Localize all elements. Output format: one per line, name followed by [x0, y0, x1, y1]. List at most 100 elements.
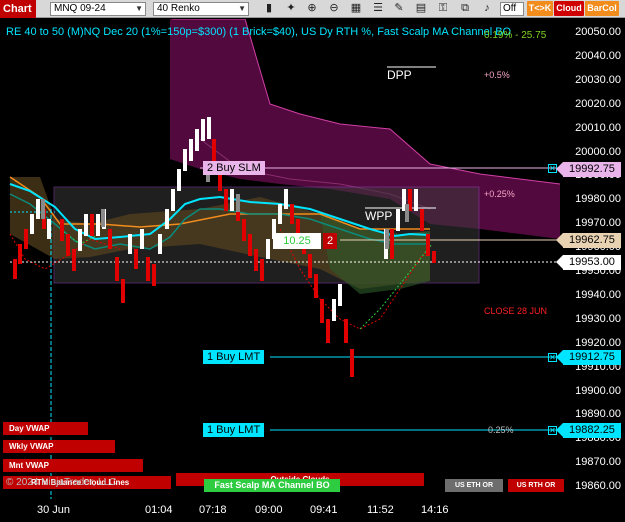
- down-brick: [224, 189, 228, 211]
- up-brick: [165, 209, 169, 229]
- neutral-brick: [405, 204, 409, 222]
- up-brick: [171, 189, 175, 211]
- price-tick-label: 19900.00: [575, 384, 621, 397]
- down-brick: [13, 259, 17, 279]
- position-qty[interactable]: 2: [323, 233, 337, 249]
- price-tick-label: 20000.00: [575, 145, 621, 158]
- up-brick: [195, 129, 199, 151]
- lock-icon[interactable]: ⚿: [436, 1, 450, 16]
- pct-label: 0.25%: [488, 425, 514, 435]
- down-brick: [248, 234, 252, 256]
- wkly-vwap-button[interactable]: Wkly VWAP: [3, 440, 115, 453]
- down-brick: [121, 279, 125, 303]
- close-label: CLOSE 28 JUN: [484, 306, 548, 316]
- buy-lmt2-price-tag: 19882.25: [556, 423, 621, 438]
- time-label: 11:52: [367, 504, 394, 516]
- up-brick: [266, 239, 270, 259]
- down-brick: [350, 349, 354, 377]
- up-brick: [96, 214, 100, 236]
- down-brick: [134, 249, 138, 269]
- tools-icon[interactable]: ✦: [284, 1, 298, 16]
- down-brick: [254, 249, 258, 271]
- down-brick: [115, 257, 119, 281]
- time-label: 09:00: [255, 504, 283, 516]
- off-label: Off: [503, 3, 517, 14]
- price-tick-label: 19940.00: [575, 288, 621, 301]
- up-brick: [284, 189, 288, 209]
- grid-icon[interactable]: ▤: [414, 1, 428, 16]
- up-brick: [338, 284, 342, 306]
- down-brick: [212, 139, 216, 161]
- down-brick: [326, 319, 330, 343]
- instrument-selector[interactable]: MNQ 09-24 ▼: [50, 2, 146, 16]
- neutral-brick: [41, 199, 45, 219]
- down-brick: [390, 229, 394, 259]
- neutral-brick: [236, 194, 240, 212]
- up-brick: [30, 214, 34, 234]
- mid-price-tag: 19962.75: [556, 233, 621, 248]
- down-brick: [432, 251, 436, 263]
- copyright-text: © 2024 NinjaTrader, LLC: [6, 477, 117, 488]
- chevron-down-icon: ▼: [135, 4, 143, 13]
- buy-lmt-order-2[interactable]: 1 Buy LMT: [203, 423, 265, 437]
- price-tick-label: 20040.00: [575, 49, 621, 62]
- bell-icon[interactable]: ♪: [480, 1, 494, 16]
- position-pnl[interactable]: 10.25: [273, 233, 321, 249]
- day-vwap-button[interactable]: Day VWAP: [3, 422, 88, 435]
- pencil-icon[interactable]: ✎: [392, 1, 406, 16]
- chart-toolbar: Chart MNQ 09-24 ▼ 40 Renko ▼ ▮ ✦ ⊕ ⊖ ▦ ☰…: [0, 0, 625, 18]
- buy-lmt-order[interactable]: 1 Buy LMT: [203, 350, 265, 364]
- buy-slm-price-tag: 19992.75: [556, 162, 621, 177]
- cloud-button[interactable]: Cloud: [554, 1, 584, 16]
- pct-label: +0.25%: [484, 189, 515, 199]
- price-tick-label: 19870.00: [575, 456, 621, 469]
- chart-title: RE 40 to 50 (M)NQ Dec 20 (1%=150p=$300) …: [6, 26, 512, 38]
- up-brick: [207, 117, 211, 139]
- down-brick: [420, 209, 424, 231]
- up-brick: [47, 219, 51, 239]
- chevron-down-icon: ▼: [238, 4, 246, 13]
- down-brick: [108, 229, 112, 249]
- wpp-label: WPP: [365, 209, 393, 223]
- down-brick: [344, 319, 348, 343]
- up-brick: [414, 189, 418, 211]
- us-eth-or-button[interactable]: US ETH OR: [445, 479, 503, 492]
- down-brick: [314, 274, 318, 298]
- last-price-tag: 19953.00: [556, 255, 621, 270]
- price-tick-label: 19860.00: [575, 480, 621, 493]
- mnt-vwap-button[interactable]: Mnt VWAP: [3, 459, 143, 472]
- down-brick: [308, 254, 312, 278]
- down-brick: [146, 257, 150, 281]
- bar-chart-icon[interactable]: ▮: [262, 1, 276, 16]
- off-toggle[interactable]: Off: [500, 2, 524, 16]
- us-rth-or-button[interactable]: US RTH OR: [508, 479, 564, 492]
- down-brick: [290, 204, 294, 224]
- layers-icon[interactable]: ⧉: [458, 1, 472, 16]
- time-label: 01:04: [145, 504, 173, 516]
- up-brick: [158, 234, 162, 254]
- price-tick-label: 19930.00: [575, 312, 621, 325]
- up-brick: [332, 299, 336, 321]
- down-brick: [242, 219, 246, 241]
- up-brick: [36, 199, 40, 219]
- down-brick: [152, 264, 156, 286]
- properties-icon[interactable]: ☰: [371, 1, 385, 16]
- chart-menu-button[interactable]: Chart: [0, 0, 36, 18]
- time-label: 09:41: [310, 504, 338, 516]
- down-brick: [72, 249, 76, 271]
- bar-type-selector[interactable]: 40 Renko ▼: [153, 2, 249, 16]
- price-tick-label: 19980.00: [575, 193, 621, 206]
- instrument-value: MNQ 09-24: [54, 3, 106, 14]
- up-brick: [278, 204, 282, 224]
- barcol-button[interactable]: BarCol: [585, 1, 619, 16]
- price-tick-label: 19970.00: [575, 217, 621, 230]
- chart-panel[interactable]: RE 40 to 50 (M)NQ Dec 20 (1%=150p=$300) …: [0, 19, 625, 522]
- zoom-out-icon[interactable]: ⊖: [327, 1, 341, 16]
- fast-scalp-button[interactable]: Fast Scalp MA Channel BO: [204, 479, 340, 492]
- zoom-in-icon[interactable]: ⊕: [305, 1, 319, 16]
- up-brick: [189, 139, 193, 161]
- tk-button[interactable]: T<>K: [527, 1, 553, 16]
- down-brick: [60, 219, 64, 241]
- buy-slm-order[interactable]: 2 Buy SLM: [203, 161, 265, 175]
- layout-icon[interactable]: ▦: [349, 1, 363, 16]
